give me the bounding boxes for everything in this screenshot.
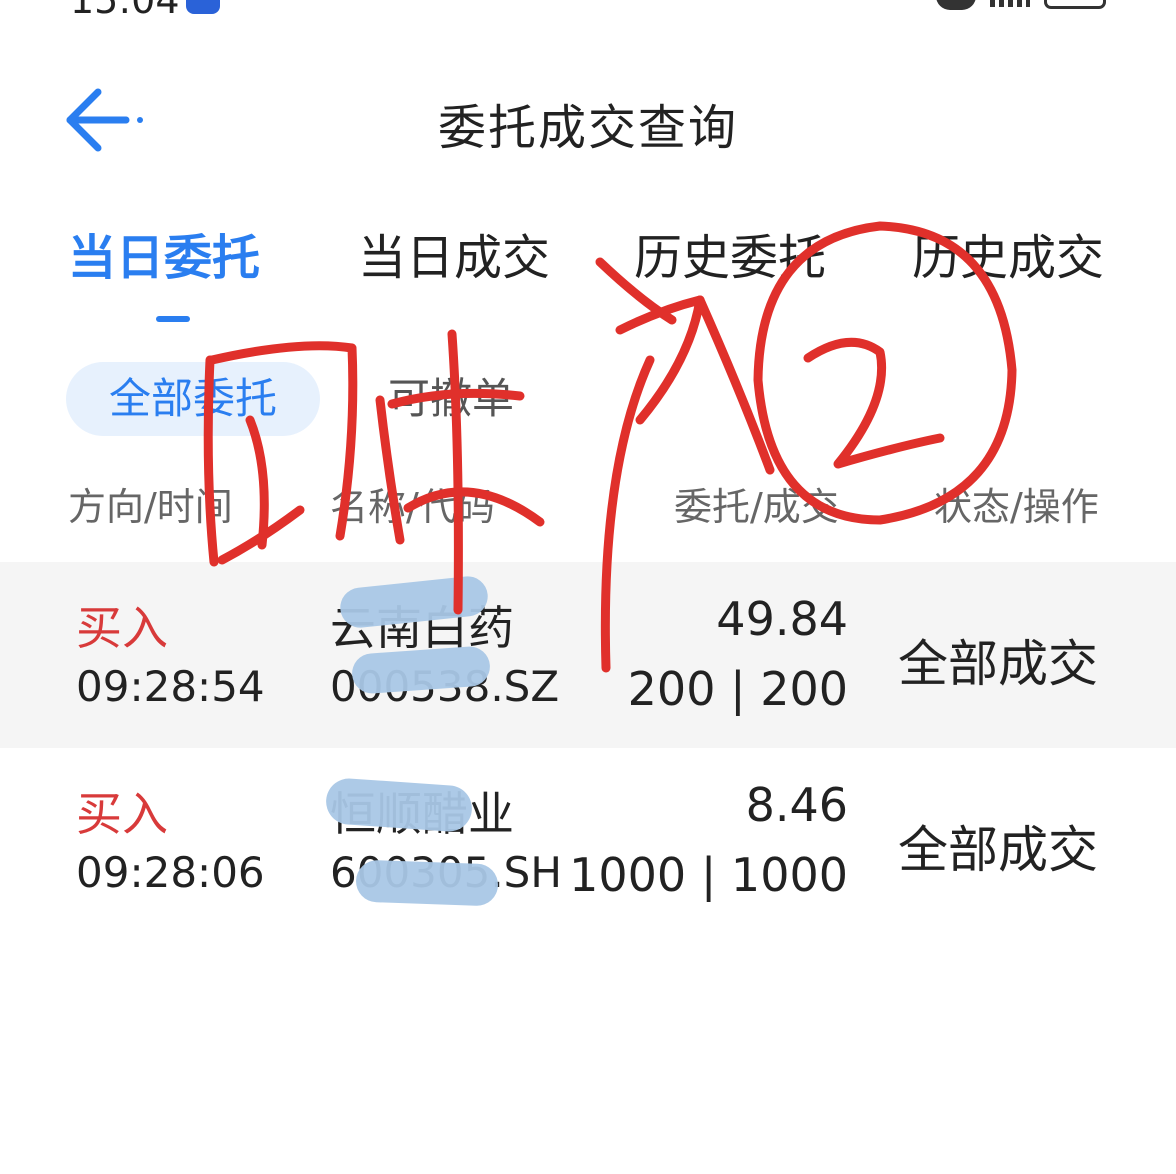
direction-label: 买入	[76, 787, 168, 841]
order-time: 09:28:06	[76, 848, 265, 897]
order-price: 8.46	[745, 778, 848, 832]
tab-today-orders[interactable]: 当日委托	[68, 218, 260, 288]
column-header-name-code: 名称/代码	[330, 485, 495, 529]
tab-history-trades[interactable]: 历史成交	[912, 218, 1104, 288]
direction-label: 买入	[76, 601, 168, 655]
redaction-mark	[355, 859, 499, 907]
tab-today-trades[interactable]: 当日成交	[358, 218, 550, 288]
order-quantity: 1000 | 1000	[569, 848, 848, 902]
column-header-status-action: 状态/操作	[934, 485, 1099, 529]
column-header-order-deal: 委托/成交	[674, 485, 839, 529]
order-status: 全部成交	[898, 821, 1098, 879]
eye-icon	[936, 0, 976, 10]
battery-icon	[1044, 0, 1106, 9]
order-price: 49.84	[716, 592, 848, 646]
order-status: 全部成交	[898, 635, 1098, 693]
order-time: 09:28:54	[76, 662, 265, 711]
status-icons	[936, 0, 1106, 10]
tab-indicator	[156, 316, 190, 322]
signal-icon	[990, 0, 1030, 7]
page-title: 委托成交查询	[437, 100, 738, 156]
filter-cancelable[interactable]: 可撤单	[388, 362, 514, 436]
order-quantity: 200 | 200	[627, 662, 848, 716]
table-row[interactable]: 买入 09:28:54 云南白药 000538.SZ 49.84 200 | 2…	[0, 562, 1176, 748]
column-header-direction-time: 方向/时间	[68, 485, 233, 529]
tab-history-orders[interactable]: 历史委托	[634, 218, 826, 288]
status-time: 15:04	[70, 0, 180, 22]
filter-all-orders[interactable]: 全部委托	[66, 362, 320, 436]
table-row[interactable]: 买入 09:28:06 恒顺醋业 600305.SH 8.46 1000 | 1…	[0, 748, 1176, 934]
app-badge-icon	[186, 0, 220, 14]
